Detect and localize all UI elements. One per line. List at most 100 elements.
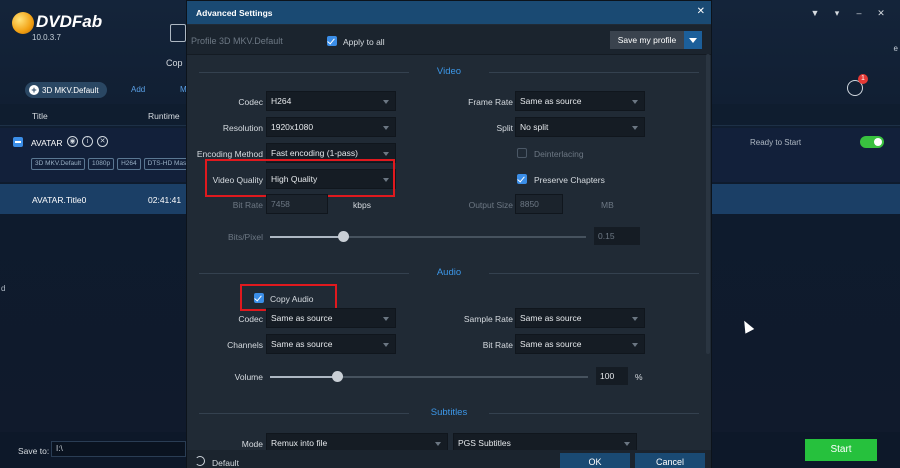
- profile-name: Profile 3D MKV.Default: [191, 36, 283, 46]
- audio-section-header: Audio: [187, 267, 711, 279]
- sample-rate-select[interactable]: Same as source: [515, 308, 645, 328]
- bits-pixel-slider[interactable]: [270, 231, 586, 242]
- save-profile-dropdown[interactable]: [684, 31, 702, 49]
- ok-button[interactable]: OK: [560, 453, 630, 468]
- volume-unit: %: [635, 372, 643, 382]
- enable-toggle[interactable]: [860, 136, 884, 148]
- dialog-scrollbar[interactable]: [706, 54, 710, 354]
- default-button[interactable]: Default: [212, 458, 239, 468]
- audio-bit-rate-label: Bit Rate: [482, 340, 513, 350]
- copy-mode-icon[interactable]: [170, 24, 186, 42]
- deinterlacing-label: Deinterlacing: [534, 149, 584, 159]
- frame-rate-select[interactable]: Same as source: [515, 91, 645, 111]
- apply-to-all-checkbox[interactable]: [327, 36, 337, 46]
- title-name: AVATAR: [31, 138, 63, 148]
- frame-rate-value: Same as source: [520, 96, 582, 106]
- chevron-down-icon: [383, 343, 389, 347]
- bits-pixel-value[interactable]: 0.15: [594, 227, 640, 245]
- audio-codec-select[interactable]: Same as source: [266, 308, 396, 328]
- tag-codec[interactable]: H264: [117, 158, 141, 170]
- column-runtime[interactable]: Runtime: [148, 111, 180, 121]
- audio-codec-value: Same as source: [271, 313, 333, 323]
- chevron-down-icon: [632, 317, 638, 321]
- audio-heading: Audio: [436, 267, 462, 278]
- bit-rate-label: Bit Rate: [232, 200, 263, 210]
- bits-pixel-fill: [270, 236, 343, 238]
- tag-profile[interactable]: 3D MKV.Default: [31, 158, 86, 170]
- clipped-left-text: d: [1, 284, 6, 293]
- audio-bit-rate-value: Same as source: [520, 339, 582, 349]
- sample-rate-label: Sample Rate: [463, 314, 513, 324]
- bits-pixel-label: Bits/Pixel: [228, 232, 263, 242]
- close-icon[interactable]: ✕: [697, 6, 705, 17]
- chevron-down-icon: [632, 343, 638, 347]
- resolution-value: 1920x1080: [271, 122, 314, 132]
- subtitle-mode-value: Remux into file: [271, 438, 328, 448]
- add-link[interactable]: Add: [131, 85, 145, 94]
- reset-icon[interactable]: [195, 456, 205, 466]
- window-controls: ▼ ▾ – ✕: [810, 8, 886, 19]
- profile-pill-label: 3D MKV.Default: [42, 85, 99, 95]
- video-section-header: Video: [187, 66, 711, 78]
- bits-pixel-handle[interactable]: [337, 231, 349, 242]
- chevron-down-icon: [624, 442, 630, 446]
- deinterlacing-checkbox[interactable]: [517, 148, 527, 158]
- split-label: Split: [496, 123, 513, 133]
- selected-title-name: AVATAR.Title0: [32, 195, 87, 205]
- sample-rate-value: Same as source: [520, 313, 582, 323]
- audio-codec-label: Codec: [238, 314, 263, 324]
- profile-pill[interactable]: + 3D MKV.Default: [25, 82, 107, 98]
- output-size-label: Output Size: [468, 200, 513, 210]
- column-title[interactable]: Title: [32, 111, 48, 121]
- cancel-button[interactable]: Cancel: [635, 453, 705, 468]
- frame-rate-label: Frame Rate: [468, 97, 513, 107]
- tag-audio[interactable]: DTS-HD Mas: [143, 158, 191, 170]
- dialog-footer: [187, 450, 711, 468]
- resolution-select[interactable]: 1920x1080: [266, 117, 396, 137]
- copy-audio-highlight: [240, 284, 337, 311]
- minimize-icon[interactable]: –: [854, 8, 864, 19]
- info-icon[interactable]: i: [82, 136, 93, 147]
- title-collapse-checkbox[interactable]: [13, 137, 23, 147]
- subtitle-mode-label: Mode: [241, 439, 263, 449]
- advanced-settings-dialog: Advanced Settings ✕ Profile 3D MKV.Defau…: [186, 0, 712, 468]
- subtitle-format-value: PGS Subtitles: [458, 438, 511, 448]
- encoding-method-label: Encoding Method: [196, 149, 263, 159]
- channels-select[interactable]: Same as source: [266, 334, 396, 354]
- menu-icon[interactable]: ▼: [810, 8, 820, 19]
- output-size-unit: MB: [601, 200, 614, 210]
- close-app-icon[interactable]: ✕: [876, 8, 886, 19]
- chevron-down-icon: [383, 100, 389, 104]
- volume-value[interactable]: 100: [596, 367, 628, 385]
- clipped-right-text: e: [893, 44, 898, 53]
- video-codec-value: H264: [271, 96, 292, 106]
- output-size-input[interactable]: 8850: [515, 194, 563, 214]
- mouse-cursor-icon: [739, 318, 755, 334]
- bit-rate-input[interactable]: 7458: [266, 194, 328, 214]
- encoding-method-value: Fast encoding (1-pass): [271, 148, 358, 158]
- split-select[interactable]: No split: [515, 117, 645, 137]
- remove-icon[interactable]: ✕: [97, 136, 108, 147]
- volume-slider[interactable]: [270, 371, 588, 382]
- tag-resolution[interactable]: 1080p: [88, 158, 115, 170]
- plus-icon: +: [29, 85, 39, 95]
- bit-rate-unit: kbps: [353, 200, 371, 210]
- audio-bit-rate-select[interactable]: Same as source: [515, 334, 645, 354]
- volume-handle[interactable]: [331, 371, 343, 382]
- video-quality-highlight: [205, 159, 395, 197]
- dvdfab-logo-icon: [12, 12, 34, 34]
- title-icons: ◉ i ✕: [67, 136, 108, 147]
- selected-title-runtime: 02:41:41: [148, 195, 182, 205]
- bluray-icon: ◉: [67, 136, 78, 147]
- preserve-chapters-checkbox[interactable]: [517, 174, 527, 184]
- subtitles-heading: Subtitles: [430, 407, 468, 418]
- save-to-input[interactable]: I:\: [51, 441, 186, 457]
- preserve-chapters-label: Preserve Chapters: [534, 175, 605, 185]
- app-version: 10.0.3.7: [32, 33, 61, 42]
- save-profile-button[interactable]: Save my profile: [610, 31, 684, 49]
- video-codec-select[interactable]: H264: [266, 91, 396, 111]
- codec-label: Codec: [238, 97, 263, 107]
- chevron-down-icon: [435, 442, 441, 446]
- dropdown-icon[interactable]: ▾: [832, 8, 842, 19]
- start-button[interactable]: Start: [805, 439, 877, 461]
